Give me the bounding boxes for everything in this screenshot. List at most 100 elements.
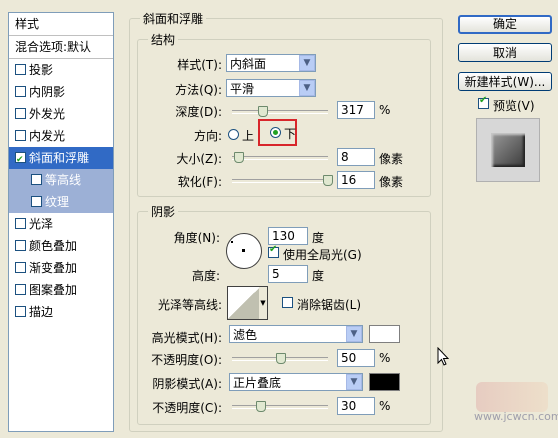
angle-input[interactable]: 130 — [268, 227, 308, 245]
soften-slider-track[interactable] — [232, 179, 328, 183]
style-item-color-overlay[interactable]: 颜色叠加 — [9, 235, 113, 257]
styles-list: 样式 混合选项:默认 投影 内阴影 外发光 内发光 斜面和浮雕 等高线 纹理 光… — [8, 12, 114, 432]
shadow-mode-select[interactable]: 正片叠底 ▼ — [229, 373, 363, 391]
chevron-down-icon[interactable]: ▼ — [299, 80, 315, 96]
style-item-satin[interactable]: 光泽 — [9, 213, 113, 235]
size-slider-track[interactable] — [232, 156, 328, 160]
direction-up-label: 上 — [242, 129, 255, 143]
shadow-opacity-label: 不透明度(C): — [152, 401, 222, 415]
highlight-opacity-unit: % — [379, 351, 391, 365]
checkbox-icon[interactable] — [15, 86, 26, 97]
style-item-inner-shadow[interactable]: 内阴影 — [9, 81, 113, 103]
technique-label: 方法(Q): — [175, 83, 222, 97]
checkbox-icon[interactable] — [31, 196, 42, 207]
style-select[interactable]: 内斜面 ▼ — [226, 54, 316, 72]
style-item-texture[interactable]: 纹理 — [9, 191, 113, 213]
chevron-down-icon[interactable]: ▼ — [346, 374, 362, 390]
style-item-stroke[interactable]: 描边 — [9, 301, 113, 323]
style-label: 样式(T): — [177, 58, 222, 72]
direction-up-radio[interactable] — [228, 129, 239, 140]
preview-swatch — [491, 133, 525, 167]
watermark-text: www.jcwcn.com — [474, 410, 558, 423]
highlight-mode-value: 滤色 — [233, 328, 258, 342]
checkbox-icon[interactable] — [15, 306, 26, 317]
style-item-label: 投影 — [29, 63, 54, 77]
highlight-mode-select[interactable]: 滤色 ▼ — [229, 325, 363, 343]
chevron-down-icon[interactable]: ▼ — [346, 326, 362, 342]
style-select-value: 内斜面 — [230, 57, 267, 71]
depth-slider-track[interactable] — [232, 110, 328, 114]
checkbox-icon[interactable] — [15, 218, 26, 229]
direction-down-radio[interactable] — [270, 127, 281, 138]
style-item-outer-glow[interactable]: 外发光 — [9, 103, 113, 125]
soften-input[interactable]: 16 — [337, 171, 375, 189]
style-item-label: 内发光 — [29, 129, 66, 143]
chevron-down-icon[interactable]: ▼ — [299, 55, 315, 71]
shadow-opacity-track[interactable] — [232, 405, 328, 409]
structure-title: 结构 — [148, 31, 179, 48]
shadow-color-swatch[interactable] — [369, 373, 400, 391]
gloss-contour-picker[interactable] — [227, 286, 261, 320]
style-item-contour[interactable]: 等高线 — [9, 169, 113, 191]
checkbox-icon[interactable] — [15, 284, 26, 295]
blend-options-item[interactable]: 混合选项:默认 — [9, 36, 113, 59]
checkbox-icon[interactable] — [31, 174, 42, 185]
checkbox-icon[interactable] — [15, 130, 26, 141]
ok-button[interactable]: 确定 — [458, 15, 552, 34]
highlight-color-swatch[interactable] — [369, 325, 400, 343]
style-item-pattern-overlay[interactable]: 图案叠加 — [9, 279, 113, 301]
chevron-down-icon: ▼ — [260, 299, 266, 307]
altitude-input[interactable]: 5 — [268, 265, 308, 283]
style-item-drop-shadow[interactable]: 投影 — [9, 59, 113, 81]
bevel-emboss-title: 斜面和浮雕 — [140, 10, 207, 27]
direction-label: 方向: — [193, 129, 222, 143]
style-item-label: 斜面和浮雕 — [29, 151, 90, 165]
depth-label: 深度(D): — [175, 105, 222, 119]
style-item-label: 光泽 — [29, 217, 54, 231]
shading-title: 阴影 — [148, 203, 179, 220]
angle-dial[interactable] — [226, 233, 262, 269]
global-light-label: 使用全局光(G) — [283, 248, 362, 262]
direction-down-label: 下 — [284, 127, 297, 141]
checkbox-icon[interactable] — [15, 240, 26, 251]
shadow-opacity-thumb[interactable] — [256, 401, 266, 412]
style-item-label: 描边 — [29, 305, 54, 319]
cursor-icon — [437, 347, 450, 366]
checkbox-icon[interactable] — [15, 64, 26, 75]
checkbox-icon[interactable] — [15, 108, 26, 119]
new-style-button[interactable]: 新建样式(W)... — [458, 72, 552, 91]
depth-unit: % — [379, 103, 391, 117]
anti-aliased-checkbox[interactable] — [282, 297, 293, 308]
style-item-gradient-overlay[interactable]: 渐变叠加 — [9, 257, 113, 279]
depth-slider-thumb[interactable] — [258, 106, 268, 117]
soften-slider-thumb[interactable] — [323, 175, 333, 186]
angle-dial-center — [242, 249, 245, 252]
highlight-mode-label: 高光模式(H): — [151, 331, 222, 345]
style-item-inner-glow[interactable]: 内发光 — [9, 125, 113, 147]
soften-label: 软化(F): — [177, 175, 222, 189]
style-item-label: 内阴影 — [29, 85, 66, 99]
checkbox-icon[interactable] — [15, 262, 26, 273]
cancel-button[interactable]: 取消 — [458, 43, 552, 62]
soften-unit: 像素 — [379, 175, 404, 189]
watermark-logo — [476, 382, 548, 412]
gloss-contour-dropdown[interactable]: ▼ — [259, 286, 268, 320]
styles-header[interactable]: 样式 — [9, 13, 113, 36]
technique-select[interactable]: 平滑 ▼ — [226, 79, 316, 97]
highlight-opacity-thumb[interactable] — [276, 353, 286, 364]
preview-checkbox[interactable]: ✔ — [478, 95, 489, 109]
depth-input[interactable]: 317 — [337, 101, 375, 119]
highlight-opacity-input[interactable]: 50 — [337, 349, 375, 367]
angle-unit: 度 — [312, 231, 325, 245]
shadow-mode-value: 正片叠底 — [233, 376, 282, 390]
size-input[interactable]: 8 — [337, 148, 375, 166]
size-slider-thumb[interactable] — [234, 152, 244, 163]
technique-select-value: 平滑 — [230, 82, 255, 96]
shadow-opacity-input[interactable]: 30 — [337, 397, 375, 415]
style-item-label: 外发光 — [29, 107, 66, 121]
global-light-checkbox[interactable]: ✔ — [268, 244, 279, 258]
altitude-label: 高度: — [191, 269, 220, 283]
style-item-label: 图案叠加 — [29, 283, 78, 297]
style-item-bevel-emboss[interactable]: 斜面和浮雕 — [9, 147, 113, 171]
checkbox-icon[interactable] — [15, 149, 26, 171]
